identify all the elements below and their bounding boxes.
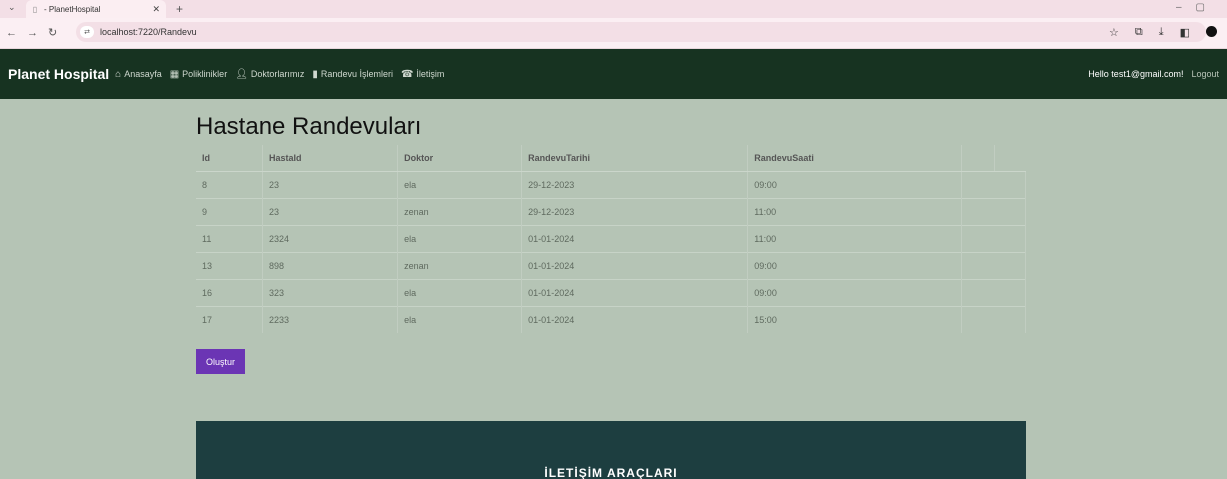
cell-hastaid: 23 <box>262 171 399 199</box>
cell-actions <box>961 198 1026 226</box>
cell-id: 16 <box>196 279 264 307</box>
page-title: Hastane Randevuları <box>196 113 422 140</box>
cell-doktor: ela <box>397 225 523 253</box>
url-text: localhost:7220/Randevu <box>100 27 197 37</box>
browser-tab[interactable]: ▯ - PlanetHospital ✕ <box>26 0 166 18</box>
footer-title: İLETİŞİM ARAÇLARI <box>544 466 678 479</box>
cell-tarih: 01-01-2024 <box>521 306 749 333</box>
tab-title: - PlanetHospital <box>44 4 101 14</box>
cell-hastaid: 2233 <box>262 306 399 333</box>
browser-tab-bar: ⌄ ▯ - PlanetHospital ✕ + –▢ <box>0 0 1227 18</box>
cell-hastaid: 23 <box>262 198 399 226</box>
table-row: 17 2233 ela 01-01-2024 15:00 <box>196 306 1026 333</box>
cell-doktor: ela <box>397 306 523 333</box>
cell-actions <box>961 225 1026 253</box>
main-content: Hastane Randevuları Id HastaId Doktor Ra… <box>196 99 1026 333</box>
nav-link-randevu-islemleri[interactable]: ▮ Randevu İşlemleri <box>312 69 393 80</box>
cell-saat: 15:00 <box>747 306 963 333</box>
user-icon: 👤︎ <box>235 68 248 80</box>
column-header-randevusaati: RandevuSaati <box>747 145 963 172</box>
cell-id: 9 <box>196 198 264 226</box>
cell-saat: 09:00 <box>747 252 963 280</box>
cell-tarih: 01-01-2024 <box>521 225 749 253</box>
column-header-hastaid: HastaId <box>262 145 399 172</box>
nav-link-doktorlarimiz[interactable]: 👤︎ Doktorlarımız <box>235 69 304 80</box>
table-row: 11 2324 ela 01-01-2024 11:00 <box>196 225 1026 253</box>
cell-hastaid: 2324 <box>262 225 399 253</box>
cell-saat: 09:00 <box>747 279 963 307</box>
sidebar-icon[interactable]: ◧ <box>1180 26 1190 39</box>
nav-link-anasayfa[interactable]: ⌂ Anasayfa <box>115 69 162 80</box>
nav-link-label: Anasayfa <box>124 69 162 79</box>
cell-tarih: 29-12-2023 <box>521 198 749 226</box>
table-header-row: Id HastaId Doktor RandevuTarihi RandevuS… <box>196 145 1026 172</box>
book-icon: ▮ <box>312 68 318 80</box>
table-row: 13 898 zenan 01-01-2024 09:00 <box>196 252 1026 280</box>
table-row: 8 23 ela 29-12-2023 09:00 <box>196 171 1026 199</box>
phone-icon: ☎ <box>400 68 414 80</box>
nav-link-label: Randevu İşlemleri <box>320 69 393 79</box>
cell-doktor: zenan <box>397 252 523 280</box>
table-row: 9 23 zenan 29-12-2023 11:00 <box>196 198 1026 226</box>
profile-avatar[interactable] <box>1206 26 1217 37</box>
home-icon: ⌂ <box>115 68 122 80</box>
url-field[interactable]: ⇄ localhost:7220/Randevu <box>76 22 1206 42</box>
cell-saat: 09:00 <box>747 171 963 199</box>
cell-tarih: 01-01-2024 <box>521 252 749 280</box>
nav-link-label: Doktorlarımız <box>250 69 305 79</box>
cell-id: 17 <box>196 306 264 333</box>
nav-buttons[interactable]: ←→↻ <box>6 26 67 39</box>
hospital-icon: ▦ <box>169 68 180 80</box>
cell-actions <box>961 252 1026 280</box>
close-tab-icon[interactable]: ✕ <box>152 4 160 15</box>
column-header-id: Id <box>196 145 264 172</box>
brand-link[interactable]: Planet Hospital <box>8 66 109 82</box>
cell-saat: 11:00 <box>747 225 963 253</box>
appointments-table: Id HastaId Doktor RandevuTarihi RandevuS… <box>196 145 1026 333</box>
cell-saat: 11:00 <box>747 198 963 226</box>
cell-hastaid: 323 <box>262 279 399 307</box>
nav-link-poliklinikler[interactable]: ▦ Poliklinikler <box>170 69 227 80</box>
cell-doktor: ela <box>397 171 523 199</box>
bookmark-star-icon[interactable]: ☆ <box>1109 26 1119 39</box>
cell-actions <box>961 171 1026 199</box>
user-greeting-link[interactable]: Hello test1@gmail.com! <box>1088 69 1183 79</box>
new-tab-icon[interactable]: + <box>176 2 183 16</box>
site-info-icon[interactable]: ⇄ <box>80 26 94 38</box>
logout-link[interactable]: Logout <box>1191 69 1219 79</box>
cell-actions <box>961 279 1026 307</box>
nav-link-label: Poliklinikler <box>182 69 228 79</box>
address-bar-row: ←→↻ ⇄ localhost:7220/Randevu ☆ ⧉ ⤓ ◧ <box>0 18 1227 49</box>
nav-link-iletisim[interactable]: ☎ İletişim <box>401 69 444 80</box>
create-button[interactable]: Oluştur <box>196 349 245 374</box>
cell-id: 11 <box>196 225 264 253</box>
cell-tarih: 01-01-2024 <box>521 279 749 307</box>
tab-list-icon[interactable]: ⌄ <box>8 2 16 13</box>
cell-actions <box>961 306 1026 333</box>
cell-tarih: 29-12-2023 <box>521 171 749 199</box>
column-header-randevutarihi: RandevuTarihi <box>521 145 749 172</box>
cell-doktor: ela <box>397 279 523 307</box>
download-icon[interactable]: ⤓ <box>1159 26 1164 39</box>
column-header-doktor: Doktor <box>397 145 523 172</box>
column-header-empty <box>994 145 1026 172</box>
cell-hastaid: 898 <box>262 252 399 280</box>
favicon-icon: ▯ <box>32 4 38 14</box>
window-controls[interactable]: –▢ <box>1176 2 1219 13</box>
footer: İLETİŞİM ARAÇLARI <box>196 421 1026 479</box>
column-header-empty <box>961 145 996 172</box>
nav-link-label: İletişim <box>416 69 445 79</box>
extensions-icon[interactable]: ⧉ <box>1135 26 1143 39</box>
table-row: 16 323 ela 01-01-2024 09:00 <box>196 279 1026 307</box>
site-navbar: Planet Hospital ⌂ Anasayfa ▦ Poliklinikl… <box>0 49 1227 99</box>
cell-id: 13 <box>196 252 264 280</box>
cell-doktor: zenan <box>397 198 523 226</box>
cell-id: 8 <box>196 171 264 199</box>
